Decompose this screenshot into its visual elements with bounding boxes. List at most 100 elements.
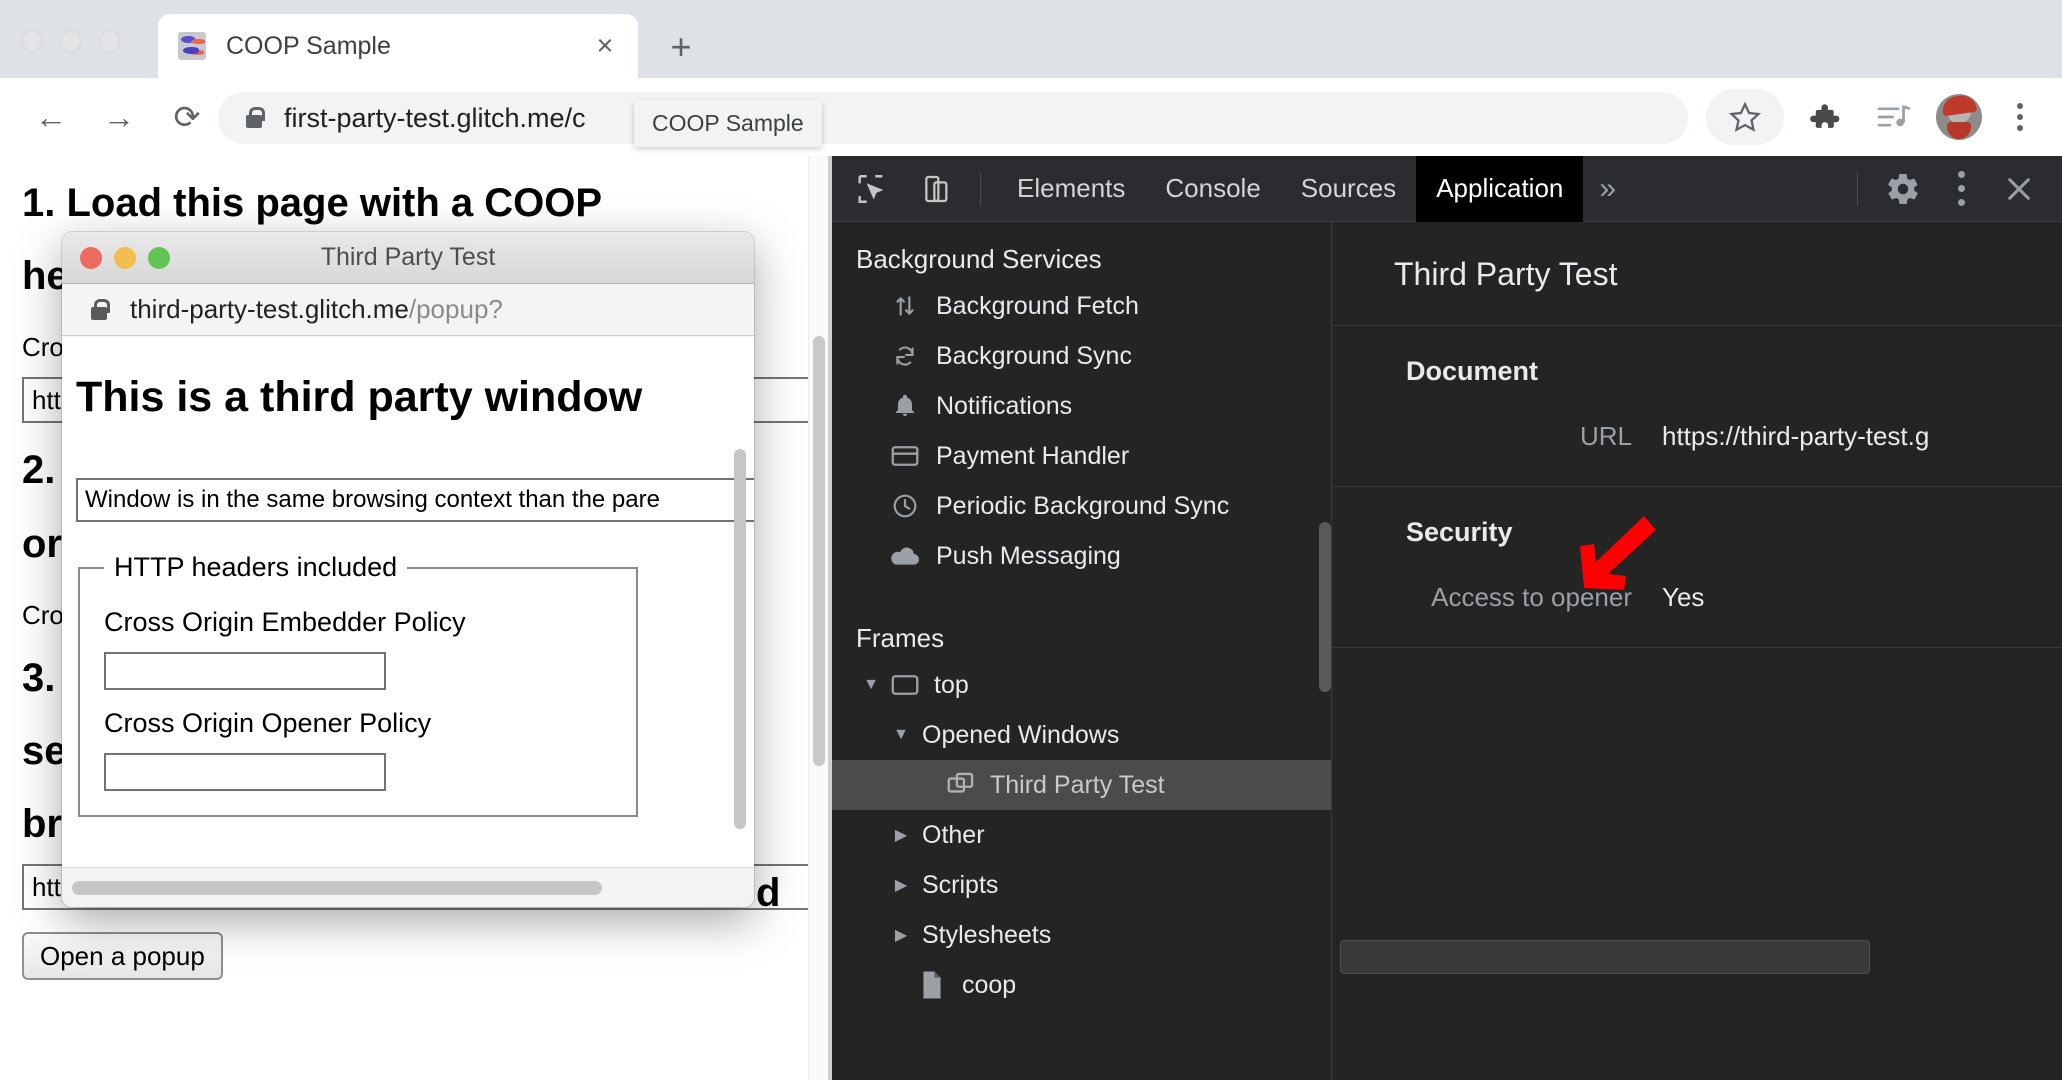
reload-icon[interactable]: ⟳ (160, 90, 214, 144)
sidebar-item-label: Notifications (936, 391, 1073, 420)
tab-title-tooltip: COOP Sample (634, 100, 822, 147)
close-icon[interactable]: × (590, 31, 620, 61)
arrows-up-down-icon (888, 290, 922, 322)
third-party-popup-window[interactable]: Third Party Test third-party-test.glitch… (62, 232, 754, 907)
forward-icon[interactable]: → (92, 90, 146, 144)
chevron-down-icon[interactable]: ▼ (858, 676, 884, 694)
popup-url-path: /popup? (408, 294, 503, 324)
devtools-toolbar: Elements Console Sources Application » (832, 155, 2062, 222)
sidebar-frame-opened-windows[interactable]: ▼ Opened Windows (832, 710, 1331, 760)
profile-avatar[interactable] (1936, 94, 1982, 140)
popup-traffic-lights[interactable] (80, 246, 170, 269)
chevron-right-icon[interactable]: ▶ (888, 925, 914, 945)
popup-address-bar[interactable]: third-party-test.glitch.me/popup? (62, 284, 754, 336)
popup-zoom-button[interactable] (148, 246, 170, 269)
bookmark-star-icon[interactable] (1706, 89, 1784, 145)
window-minimize-button[interactable] (61, 30, 81, 53)
document-url-key: URL (1579, 421, 1632, 451)
sidebar-frame-coop[interactable]: coop (832, 960, 1331, 1010)
toolbar-divider-right (1857, 171, 1858, 206)
chevron-right-icon[interactable]: ▶ (888, 825, 914, 845)
close-icon[interactable] (1990, 160, 2048, 218)
kebab-menu-icon[interactable] (1932, 160, 1990, 218)
popup-horizontal-scrollbar[interactable] (62, 867, 754, 907)
sidebar-item-background-sync[interactable]: Background Sync (832, 331, 1331, 381)
coop-label: Cross Origin Opener Policy (104, 708, 432, 738)
bell-icon (888, 390, 922, 422)
tab-sources[interactable]: Sources (1281, 156, 1416, 222)
tab-console[interactable]: Console (1145, 156, 1280, 222)
sidebar-scrollbar[interactable] (1319, 522, 1331, 692)
window-icon (944, 770, 978, 800)
browser-tab[interactable]: COOP Sample × (158, 14, 638, 78)
chrome-menu-kebab[interactable] (1992, 89, 2048, 145)
new-tab-button[interactable]: + (660, 26, 702, 68)
sidebar-frame-other[interactable]: ▶ Other (832, 810, 1331, 860)
detail-horizontal-scrollbar[interactable] (1340, 940, 1870, 974)
sidebar-frame-label: Third Party Test (990, 770, 1165, 799)
popup-minimize-button[interactable] (114, 246, 136, 269)
coep-value-field[interactable] (104, 652, 386, 690)
sidebar-item-payment-handler[interactable]: Payment Handler (832, 431, 1331, 481)
sidebar-frame-top[interactable]: ▼ top (832, 660, 1331, 710)
sidebar-frame-label: Opened Windows (922, 720, 1120, 749)
clock-icon (888, 490, 922, 522)
devtools-panel: Elements Console Sources Application » B… (832, 155, 2062, 1080)
sidebar-item-periodic-background-sync[interactable]: Periodic Background Sync (832, 481, 1331, 531)
popup-vertical-scrollbar[interactable] (732, 449, 748, 907)
sidebar-item-label: Periodic Background Sync (936, 491, 1230, 520)
chevron-down-icon[interactable]: ▼ (888, 726, 914, 744)
window-maximize-button[interactable] (100, 30, 120, 53)
browser-tab-title: COOP Sample (226, 31, 391, 60)
sidebar-frame-stylesheets[interactable]: ▶ Stylesheets (832, 910, 1331, 960)
open-popup-button[interactable]: Open a popup (22, 932, 223, 981)
media-controls-icon[interactable] (1866, 89, 1922, 145)
sidebar-item-label: Background Sync (936, 341, 1132, 370)
sidebar-frame-scripts[interactable]: ▶ Scripts (832, 860, 1331, 910)
toolbar-right-icons (1706, 78, 2062, 156)
popup-url-origin: third-party-test.glitch.me (130, 294, 409, 324)
sidebar-item-push-messaging[interactable]: Push Messaging (832, 531, 1331, 581)
document-url-value[interactable]: https://third-party-test.g (1632, 421, 1929, 452)
cloud-icon (888, 540, 922, 572)
sidebar-frame-label: Scripts (922, 870, 999, 899)
device-toolbar-icon[interactable] (910, 166, 964, 212)
lock-icon (244, 106, 265, 130)
extensions-puzzle-icon[interactable] (1796, 89, 1852, 145)
chevron-right-icon[interactable]: ▶ (888, 875, 914, 895)
popup-status-field[interactable]: Window is in the same browsing context t… (76, 478, 754, 522)
sidebar-item-background-fetch[interactable]: Background Fetch (832, 281, 1331, 331)
popup-titlebar[interactable]: Third Party Test (62, 232, 754, 284)
document-icon (918, 969, 946, 1001)
access-to-opener-row: Access to opener Yes (1332, 582, 2062, 613)
sync-icon (888, 340, 922, 372)
devtools-application-sidebar[interactable]: Background Services Background Fetch Bac… (832, 222, 1332, 1080)
background-services-title: Background Services (856, 244, 1102, 274)
back-icon[interactable]: ← (24, 90, 78, 144)
window-close-button[interactable] (22, 30, 42, 53)
popup-url-text: third-party-test.glitch.me/popup? (130, 294, 503, 325)
tab-elements[interactable]: Elements (997, 156, 1145, 222)
security-group-title: Security (1406, 517, 1513, 547)
sidebar-frame-third-party-test[interactable]: Third Party Test (832, 760, 1331, 810)
sidebar-frame-label: coop (962, 970, 1017, 999)
frame-icon (888, 670, 922, 700)
page-vertical-scrollbar[interactable] (808, 156, 828, 1080)
red-annotation-arrow (1576, 510, 1662, 601)
tab-application[interactable]: Application (1416, 155, 1584, 222)
http-headers-fieldset: HTTP headers included Cross Origin Embed… (78, 552, 638, 817)
sidebar-item-notifications[interactable]: Notifications (832, 381, 1331, 431)
page-text-fragment-right: d (756, 871, 781, 915)
more-tabs-icon[interactable]: » (1583, 156, 1632, 222)
coop-value-field[interactable] (104, 753, 386, 791)
credit-card-icon (888, 440, 922, 472)
popup-close-button[interactable] (80, 246, 102, 269)
address-bar[interactable]: first-party-test.glitch.me/c (218, 92, 1688, 144)
document-url-row: URL https://third-party-test.g (1332, 421, 2062, 452)
window-controls[interactable] (22, 30, 120, 53)
gear-icon[interactable] (1874, 160, 1932, 218)
inspect-element-icon[interactable] (844, 166, 898, 212)
devtools-frame-detail-pane: Third Party Test Document URL https://th… (1332, 222, 2062, 1080)
sidebar-item-label: Background Fetch (936, 291, 1139, 320)
sidebar-item-label: Payment Handler (936, 441, 1130, 470)
